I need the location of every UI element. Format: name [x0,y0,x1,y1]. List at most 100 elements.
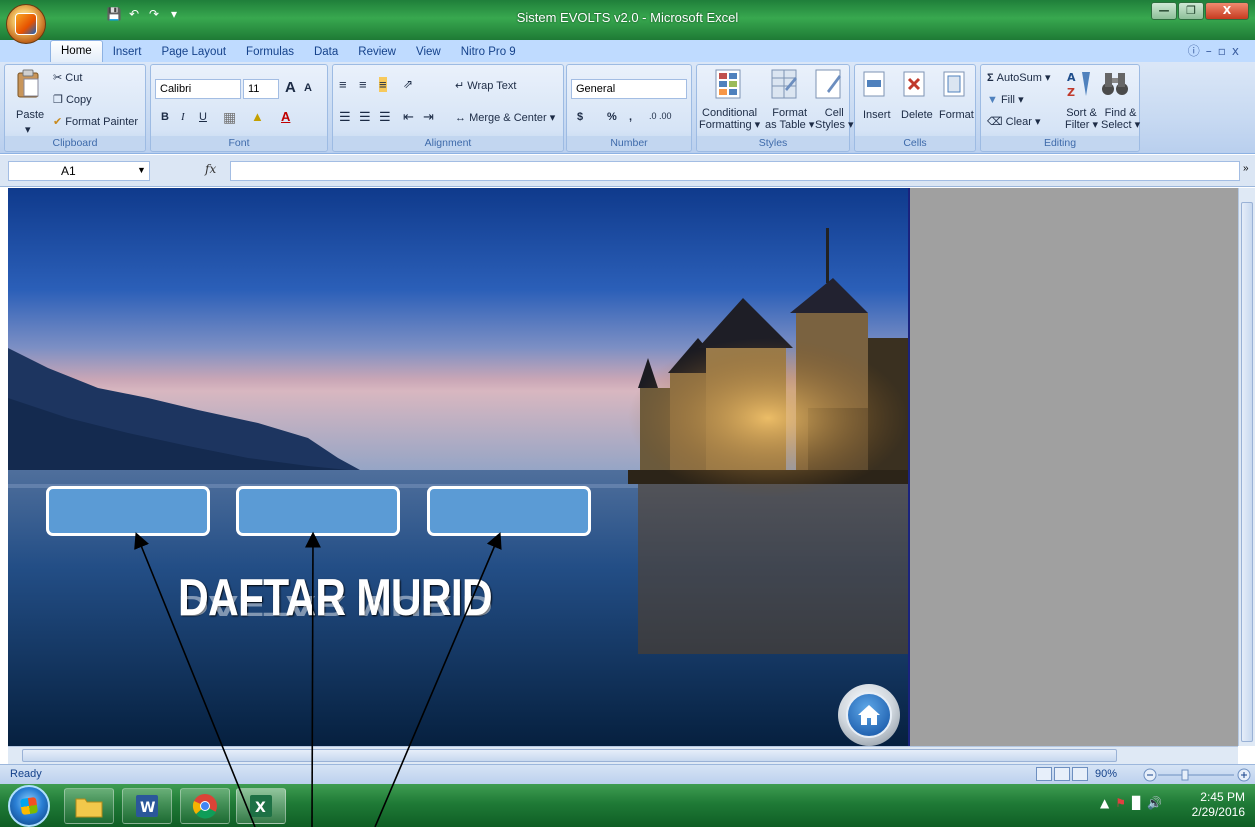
align-center-icon[interactable]: ☰ [359,109,371,125]
cut-button[interactable]: ✂ Cut [53,71,82,84]
underline-button[interactable]: U [199,111,207,123]
format-cells-icon[interactable] [943,71,965,97]
restore-button[interactable]: ❐ [1178,2,1204,20]
tab-home[interactable]: Home [50,40,103,62]
tab-nitro-pro[interactable]: Nitro Pro 9 [451,42,526,62]
cell-styles-icon[interactable] [815,69,841,99]
page-break-view-button[interactable] [1072,767,1088,781]
indent-decrease-icon[interactable]: ⇤ [403,109,414,125]
format-as-table-button[interactable]: Format as Table ▾ [765,107,814,131]
home-button[interactable] [838,684,900,746]
fill-button[interactable]: ▼ Fill ▾ [987,93,1024,106]
sort-filter-icon[interactable]: A Z [1065,69,1091,99]
normal-view-button[interactable] [1036,767,1052,781]
clear-button[interactable]: ⌫ Clear ▾ [987,115,1041,128]
wrap-text-button[interactable]: ↵ Wrap Text [455,79,516,92]
clock-time: 2:45 PM [1200,790,1245,804]
tab-formulas[interactable]: Formulas [236,42,304,62]
comma-button[interactable]: , [629,111,632,123]
align-left-icon[interactable]: ☰ [339,109,351,125]
close-button[interactable]: X [1205,2,1249,20]
align-top-icon[interactable]: ≡ [339,77,347,92]
taskbar-excel[interactable]: X [236,788,286,824]
paste-dropdown-icon[interactable]: ▾ [25,123,31,136]
zoom-slider[interactable] [1142,767,1252,783]
paste-button[interactable]: Paste [16,109,44,121]
cell-styles-button[interactable]: Cell Styles ▾ [815,107,854,131]
borders-icon[interactable]: ▦ [223,109,236,126]
align-bottom-icon[interactable]: ≡ [379,77,387,92]
decimal-buttons[interactable]: .0 .00 [649,111,672,121]
delete-cells-icon[interactable] [903,71,925,97]
taskbar-chrome[interactable] [180,788,230,824]
taskbar-file-explorer[interactable] [64,788,114,824]
menu-box-3[interactable] [427,486,591,536]
start-button[interactable] [8,785,50,827]
font-color-icon[interactable]: A [281,109,290,124]
workbook-close-icon[interactable]: x [1232,44,1245,58]
insert-cells-button[interactable]: Insert [863,109,891,121]
minimize-button[interactable]: — [1151,2,1177,20]
menu-box-2[interactable] [236,486,400,536]
name-box[interactable]: A1 [8,161,150,181]
currency-button[interactable]: $ [577,111,583,123]
autosum-button[interactable]: Σ AutoSum ▾ [987,71,1051,84]
page-layout-view-button[interactable] [1054,767,1070,781]
shrink-font-button[interactable]: A [304,82,312,94]
expand-formula-bar-icon[interactable]: » [1243,163,1249,174]
percent-button[interactable]: % [607,111,617,123]
tab-review[interactable]: Review [348,42,406,62]
tab-insert[interactable]: Insert [103,42,152,62]
binoculars-icon[interactable] [1101,71,1129,97]
find-select-button[interactable]: Find & Select ▾ [1101,107,1140,131]
format-as-table-icon[interactable] [771,69,797,99]
orientation-icon[interactable]: ⇗ [403,77,413,91]
zoom-level[interactable]: 90% [1095,768,1117,780]
insert-function-button[interactable]: fx [205,162,216,176]
tab-view[interactable]: View [406,42,451,62]
format-cells-button[interactable]: Format [939,109,974,121]
indent-increase-icon[interactable]: ⇥ [423,109,434,125]
help-icon[interactable]: ⓘ [1188,44,1206,58]
insert-cells-icon[interactable] [863,71,885,97]
merge-center-button[interactable]: ↔ Merge & Center ▾ [455,111,555,124]
align-middle-icon[interactable]: ≡ [359,77,367,92]
align-right-icon[interactable]: ☰ [379,109,391,125]
format-painter-button[interactable]: ✔ Format Painter [53,115,138,128]
name-box-dropdown-icon[interactable]: ▼ [137,165,146,175]
menu-box-1[interactable] [46,486,210,536]
delete-cells-button[interactable]: Delete [901,109,933,121]
taskbar-word[interactable]: W [122,788,172,824]
volume-icon[interactable]: 🔊 [1147,796,1168,810]
tab-page-layout[interactable]: Page Layout [151,42,236,62]
conditional-formatting-button[interactable]: Conditional Formatting ▾ [699,107,760,131]
grow-font-button[interactable]: A [285,79,296,96]
workbook-restore-icon[interactable]: ▫ [1218,44,1232,58]
clock[interactable]: 2:45 PM 2/29/2016 [1192,790,1245,820]
vertical-scrollbar[interactable] [1238,188,1255,746]
page-heading-reflection: DAFTAR MURID [178,589,492,622]
horizontal-scroll-thumb[interactable] [22,749,1117,762]
italic-button[interactable]: I [181,111,185,123]
formula-input[interactable] [230,161,1240,181]
conditional-formatting-icon[interactable] [715,69,741,99]
font-size-combo[interactable]: 11 [243,79,279,99]
ribbon: Paste ▾ ✂ Cut ❐ Copy ✔ Format Painter Cl… [0,62,1255,154]
horizontal-scrollbar[interactable] [8,746,1238,764]
font-name-combo[interactable]: Calibri [155,79,241,99]
bold-button[interactable]: B [161,111,169,123]
conditional-formatting-label-1: Conditional [702,107,758,119]
copy-button[interactable]: ❐ Copy [53,93,92,106]
number-format-combo[interactable]: General [571,79,687,99]
office-button[interactable] [6,4,46,44]
fill-color-icon[interactable]: ▲ [251,109,264,124]
window-title: Sistem EVOLTS v2.0 - Microsoft Excel [516,10,739,25]
vertical-scroll-thumb[interactable] [1241,202,1253,742]
show-hidden-icons[interactable]: ▲ [1100,796,1115,810]
flag-icon[interactable]: ⚑ [1115,796,1132,810]
workbook-minimize-icon[interactable]: – [1206,44,1218,58]
signal-icon[interactable]: ▉ [1132,796,1147,810]
sort-filter-button[interactable]: Sort & Filter ▾ [1065,107,1098,131]
paste-icon[interactable] [15,69,41,99]
tab-data[interactable]: Data [304,42,348,62]
